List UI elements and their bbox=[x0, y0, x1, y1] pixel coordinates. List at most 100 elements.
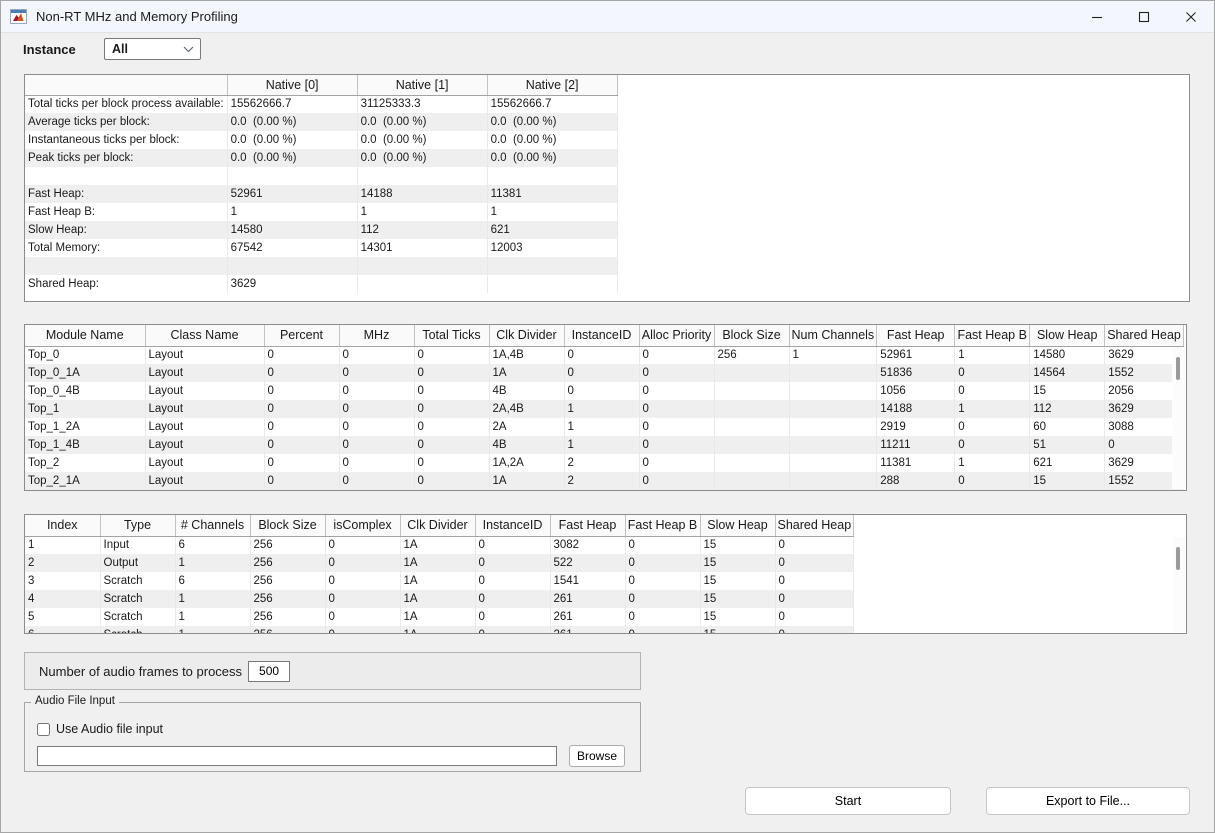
column-header[interactable]: Fast Heap bbox=[550, 515, 625, 536]
cell: Top_1_4B bbox=[25, 436, 145, 454]
column-header[interactable]: Fast Heap bbox=[877, 325, 955, 346]
column-header[interactable]: Native [0] bbox=[227, 75, 357, 95]
cell: 0.0 (0.00 %) bbox=[487, 149, 617, 167]
column-header[interactable]: Class Name bbox=[145, 325, 264, 346]
instance-dropdown[interactable]: All bbox=[104, 38, 201, 60]
column-header[interactable]: Shared Heap bbox=[1105, 325, 1184, 346]
cell: 67542 bbox=[227, 239, 357, 257]
column-header[interactable]: Native [1] bbox=[357, 75, 487, 95]
cell: 11381 bbox=[877, 454, 955, 472]
column-header[interactable]: Block Size bbox=[250, 515, 325, 536]
column-header[interactable]: Module Name bbox=[25, 325, 145, 346]
column-header[interactable]: Percent bbox=[264, 325, 339, 346]
cell: Total Memory: bbox=[25, 239, 227, 257]
cell: 0 bbox=[339, 382, 414, 400]
audio-file-path-input[interactable] bbox=[37, 746, 557, 766]
cell bbox=[487, 167, 617, 185]
table-row[interactable]: Top_2Layout0001A,2A201138116213629 bbox=[25, 454, 1183, 472]
table-row[interactable]: Total ticks per block process available:… bbox=[25, 95, 617, 113]
table-row[interactable]: 4Scratch125601A02610150 bbox=[25, 590, 854, 608]
column-header[interactable]: Num Channels bbox=[789, 325, 877, 346]
cell: 60 bbox=[1030, 418, 1105, 436]
scrollbar-thumb[interactable] bbox=[1176, 357, 1180, 380]
column-header[interactable]: Clk Divider bbox=[400, 515, 475, 536]
table-row[interactable]: 6Scratch125601A02610150 bbox=[25, 626, 854, 634]
column-header[interactable]: Clk Divider bbox=[489, 325, 564, 346]
table-row[interactable]: Total Memory:675421430112003 bbox=[25, 239, 617, 257]
column-header[interactable] bbox=[25, 75, 227, 95]
cell: 1A bbox=[489, 364, 564, 382]
cell: 14564 bbox=[1030, 364, 1105, 382]
cell: 0 bbox=[264, 382, 339, 400]
table-row[interactable]: Instantaneous ticks per block:0.0 (0.00 … bbox=[25, 131, 617, 149]
column-header[interactable]: InstanceID bbox=[475, 515, 550, 536]
table-row[interactable]: Top_0_1ALayout0001A00518360145641552 bbox=[25, 364, 1183, 382]
cell: 0.0 (0.00 %) bbox=[357, 131, 487, 149]
maximize-button[interactable] bbox=[1120, 1, 1167, 32]
table-row[interactable]: Top_0Layout0001A,4B002561529611145803629 bbox=[25, 346, 1183, 364]
table-row[interactable]: Peak ticks per block:0.0 (0.00 %)0.0 (0.… bbox=[25, 149, 617, 167]
cell bbox=[357, 257, 487, 275]
cell: 0 bbox=[339, 454, 414, 472]
table-row[interactable] bbox=[25, 167, 617, 185]
cell: 0 bbox=[639, 436, 714, 454]
minimize-button[interactable] bbox=[1073, 1, 1120, 32]
column-header[interactable]: MHz bbox=[339, 325, 414, 346]
column-header[interactable]: Slow Heap bbox=[1030, 325, 1105, 346]
table-row[interactable]: Slow Heap:14580112621 bbox=[25, 221, 617, 239]
table-row[interactable]: Average ticks per block:0.0 (0.00 %)0.0 … bbox=[25, 113, 617, 131]
table-row[interactable]: 3Scratch625601A015410150 bbox=[25, 572, 854, 590]
table-row[interactable]: Top_2_1ALayout0001A202880151552 bbox=[25, 472, 1183, 490]
column-header[interactable]: Fast Heap B bbox=[955, 325, 1030, 346]
table-row[interactable]: Top_1Layout0002A,4B101418811123629 bbox=[25, 400, 1183, 418]
cell: 0 bbox=[639, 346, 714, 364]
cell: 0 bbox=[775, 572, 854, 590]
cell: Scratch bbox=[100, 626, 175, 634]
column-header[interactable]: Block Size bbox=[714, 325, 789, 346]
column-header[interactable]: Fast Heap B bbox=[625, 515, 700, 536]
table-row[interactable]: Fast Heap:529611418811381 bbox=[25, 185, 617, 203]
scrollbar-thumb[interactable] bbox=[1176, 547, 1180, 570]
start-button[interactable]: Start bbox=[745, 787, 951, 815]
column-header[interactable]: Total Ticks bbox=[414, 325, 489, 346]
table-row[interactable]: 2Output125601A05220150 bbox=[25, 554, 854, 572]
column-header[interactable]: isComplex bbox=[325, 515, 400, 536]
close-button[interactable] bbox=[1167, 1, 1214, 32]
cell: 0 bbox=[564, 382, 639, 400]
frames-count-input[interactable] bbox=[248, 661, 290, 682]
cell: 1 bbox=[175, 626, 250, 634]
table-row[interactable]: Top_0_4BLayout0004B0010560152056 bbox=[25, 382, 1183, 400]
table-row[interactable]: 1Input625601A030820150 bbox=[25, 536, 854, 554]
use-audio-file-checkbox[interactable] bbox=[37, 723, 50, 736]
table-row[interactable]: Top_1_4BLayout0004B10112110510 bbox=[25, 436, 1183, 454]
cell: 0 bbox=[325, 554, 400, 572]
column-header[interactable]: Shared Heap bbox=[775, 515, 854, 536]
cell: 2 bbox=[25, 554, 100, 572]
column-header[interactable]: Native [2] bbox=[487, 75, 617, 95]
cell: 51836 bbox=[877, 364, 955, 382]
buffer-table-vertical-scrollbar[interactable] bbox=[1172, 537, 1185, 632]
cell: Top_0_1A bbox=[25, 364, 145, 382]
table-row[interactable]: Shared Heap:3629 bbox=[25, 275, 617, 293]
column-header[interactable]: Alloc Priority bbox=[639, 325, 714, 346]
table-row[interactable]: 5Scratch125601A02610150 bbox=[25, 608, 854, 626]
column-header[interactable]: # Channels bbox=[175, 515, 250, 536]
cell: 0 bbox=[955, 418, 1030, 436]
column-header[interactable]: Slow Heap bbox=[700, 515, 775, 536]
browse-button[interactable]: Browse bbox=[569, 745, 625, 767]
column-header[interactable]: Type bbox=[100, 515, 175, 536]
cell bbox=[789, 454, 877, 472]
cell: 0 bbox=[475, 536, 550, 554]
cell: 0 bbox=[264, 454, 339, 472]
table-row[interactable]: Fast Heap B:111 bbox=[25, 203, 617, 221]
column-header[interactable]: Index bbox=[25, 515, 100, 536]
export-to-file-button[interactable]: Export to File... bbox=[986, 787, 1190, 815]
cell: 15 bbox=[700, 590, 775, 608]
cell: 14580 bbox=[227, 221, 357, 239]
cell: 15 bbox=[700, 554, 775, 572]
table-row[interactable] bbox=[25, 257, 617, 275]
column-header[interactable]: InstanceID bbox=[564, 325, 639, 346]
table-row[interactable]: Top_1_2ALayout0002A1029190603088 bbox=[25, 418, 1183, 436]
cell: 0.0 (0.00 %) bbox=[227, 149, 357, 167]
module-table-vertical-scrollbar[interactable] bbox=[1172, 347, 1185, 489]
